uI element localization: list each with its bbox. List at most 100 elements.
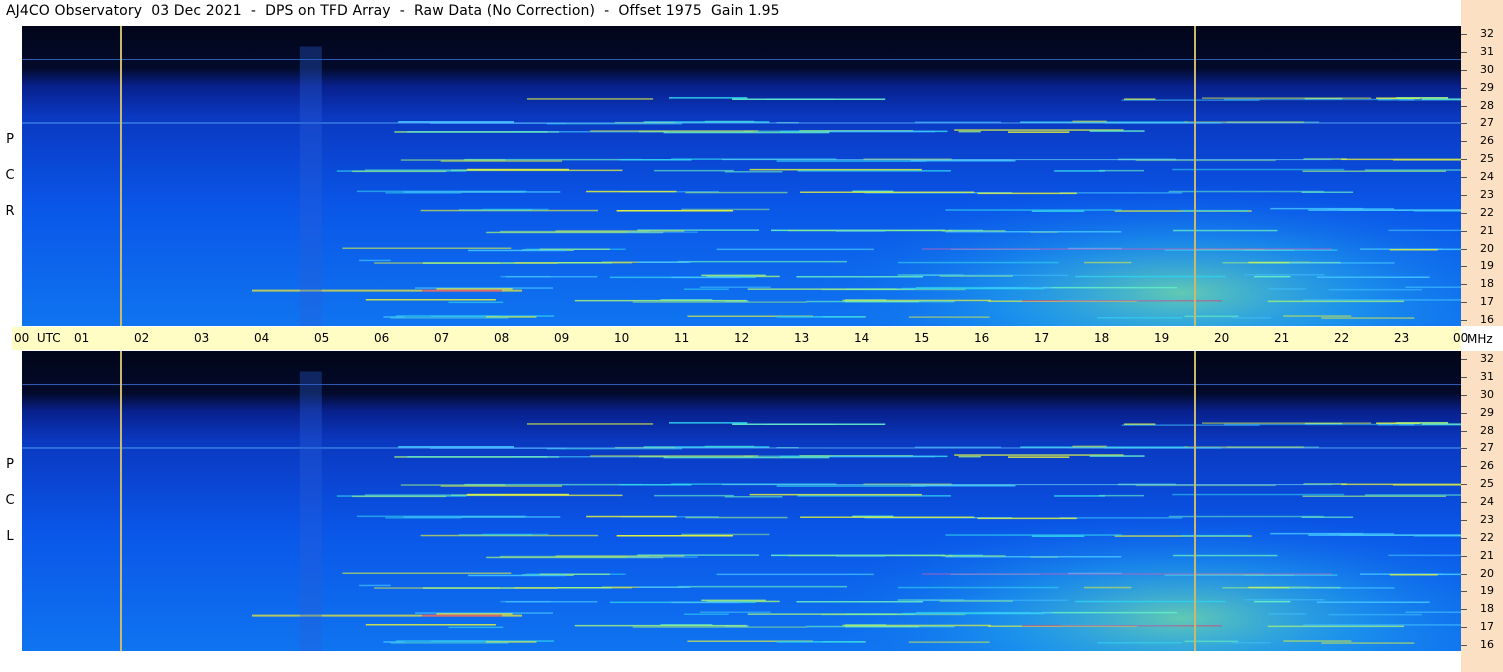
rfi-band	[910, 485, 1016, 487]
rfi-band	[902, 612, 1045, 615]
rfi-band	[1099, 169, 1144, 172]
rfi-band	[527, 98, 654, 100]
freq-tick-mark	[1461, 159, 1467, 161]
rfi-band	[1164, 574, 1338, 576]
freq-tick-label: 19	[1480, 259, 1494, 273]
rfi-band	[1254, 600, 1291, 603]
rfi-band	[499, 230, 649, 233]
rfi-band	[1231, 317, 1272, 319]
rfi-band	[1202, 97, 1372, 99]
utc-time-axis: 00 UTC 01 02 03 04 05 06 07 08 09 10 11 12 13 14 15 16 17…	[12, 327, 1468, 350]
rcp-label-char-3: R	[5, 204, 15, 219]
rfi-band	[677, 585, 847, 588]
rfi-band	[1316, 601, 1430, 603]
bottom-margin	[0, 651, 1503, 672]
rfi-band	[685, 516, 788, 519]
utc-tick-label: 12	[734, 331, 750, 345]
rfi-band	[390, 317, 509, 319]
freq-tick-mark	[1461, 430, 1467, 432]
freq-tick-mark	[1461, 412, 1467, 414]
time-marker-line	[120, 351, 122, 651]
rfi-band	[1089, 130, 1145, 132]
freq-tick-label: 28	[1480, 98, 1494, 112]
rfi-band	[977, 517, 1077, 520]
rfi-band	[1341, 483, 1461, 486]
freq-tick-label: 25	[1480, 477, 1494, 491]
freq-tick-label: 21	[1480, 223, 1494, 237]
freq-tick-label: 29	[1480, 80, 1494, 94]
rfi-band	[407, 131, 548, 133]
freq-tick-mark	[1461, 448, 1467, 450]
rfi-band	[619, 484, 692, 486]
utc-tick-label: 11	[674, 331, 690, 345]
rcp-frequency-axis: 32 31 30 29 28 27 26 25 24 23 22 21 20 19 18 17 16	[1461, 26, 1503, 326]
rfi-band	[499, 555, 649, 558]
rfi-streak	[422, 289, 502, 292]
utc-tick-label: 23	[1394, 331, 1410, 345]
rfi-band	[403, 191, 561, 193]
freq-tick-label: 24	[1480, 170, 1494, 183]
rfi-band	[776, 641, 863, 643]
freq-tick-mark	[1461, 359, 1467, 360]
lcp-frequency-axis: 32 31 30 29 28 27 26 25 24 23 22 21 20 19 18 17 16	[1461, 351, 1503, 651]
rfi-band	[407, 456, 548, 458]
rfi-band	[910, 160, 1016, 162]
rfi-band	[505, 601, 598, 603]
rfi-band	[1172, 168, 1345, 171]
freq-tick-label: 16	[1480, 313, 1494, 326]
utc-tick-label: 20	[1214, 331, 1230, 345]
freq-tick-label: 18	[1480, 277, 1494, 291]
rfi-band	[902, 287, 1045, 290]
rcp-label: P C R	[3, 26, 17, 326]
rfi-band	[398, 121, 514, 123]
rfi-band	[352, 170, 447, 173]
rfi-band	[1301, 191, 1354, 193]
rfi-band	[352, 495, 447, 498]
freq-tick-mark	[1461, 519, 1467, 521]
rfi-band	[908, 316, 990, 318]
rfi-band	[482, 208, 549, 211]
freq-tick-mark	[1461, 194, 1467, 196]
rfi-band	[716, 573, 874, 576]
rfi-band	[627, 556, 698, 558]
rfi-band	[669, 97, 748, 99]
rfi-band	[732, 423, 886, 425]
lcp-label: P C L	[3, 351, 17, 651]
freq-tick-mark	[1461, 591, 1467, 593]
freq-tick-mark	[1461, 87, 1467, 89]
rfi-band	[1321, 317, 1415, 319]
rfi-band	[787, 229, 953, 232]
rfi-band	[1308, 209, 1459, 211]
rfi-band	[671, 601, 740, 604]
rfi-band	[400, 159, 506, 161]
freq-tick-mark	[1461, 105, 1467, 107]
rfi-band	[1121, 99, 1260, 101]
rfi-band	[1289, 262, 1395, 264]
rfi-band	[1303, 624, 1461, 626]
freq-tick-label: 16	[1480, 638, 1494, 651]
rfi-band	[1173, 554, 1278, 557]
rfi-band	[1008, 131, 1070, 133]
utc-tick-label: 21	[1274, 331, 1290, 345]
freq-tick-label: 31	[1480, 44, 1494, 58]
rfi-band	[1308, 534, 1459, 536]
rfi-band	[390, 642, 509, 644]
rfi-band	[1364, 494, 1461, 496]
utc-tick-label: 00	[1453, 331, 1469, 345]
freq-tick-mark	[1461, 466, 1467, 468]
freq-tick-mark	[1461, 248, 1467, 250]
rfi-band	[977, 192, 1077, 195]
rfi-band	[1042, 286, 1178, 289]
vertical-burst	[299, 371, 322, 651]
rfi-band	[1328, 613, 1422, 616]
freq-tick-label: 25	[1480, 152, 1494, 166]
utc-tick-label: 14	[854, 331, 870, 345]
rfi-band	[945, 534, 1122, 536]
rfi-band	[1388, 229, 1461, 232]
rfi-band	[913, 274, 1069, 277]
rfi-band	[699, 611, 771, 613]
freq-tick-label: 31	[1480, 369, 1494, 383]
rfi-band	[1072, 445, 1107, 448]
utc-tick-label: 22	[1334, 331, 1350, 345]
utc-tick-label: 02	[134, 331, 150, 345]
